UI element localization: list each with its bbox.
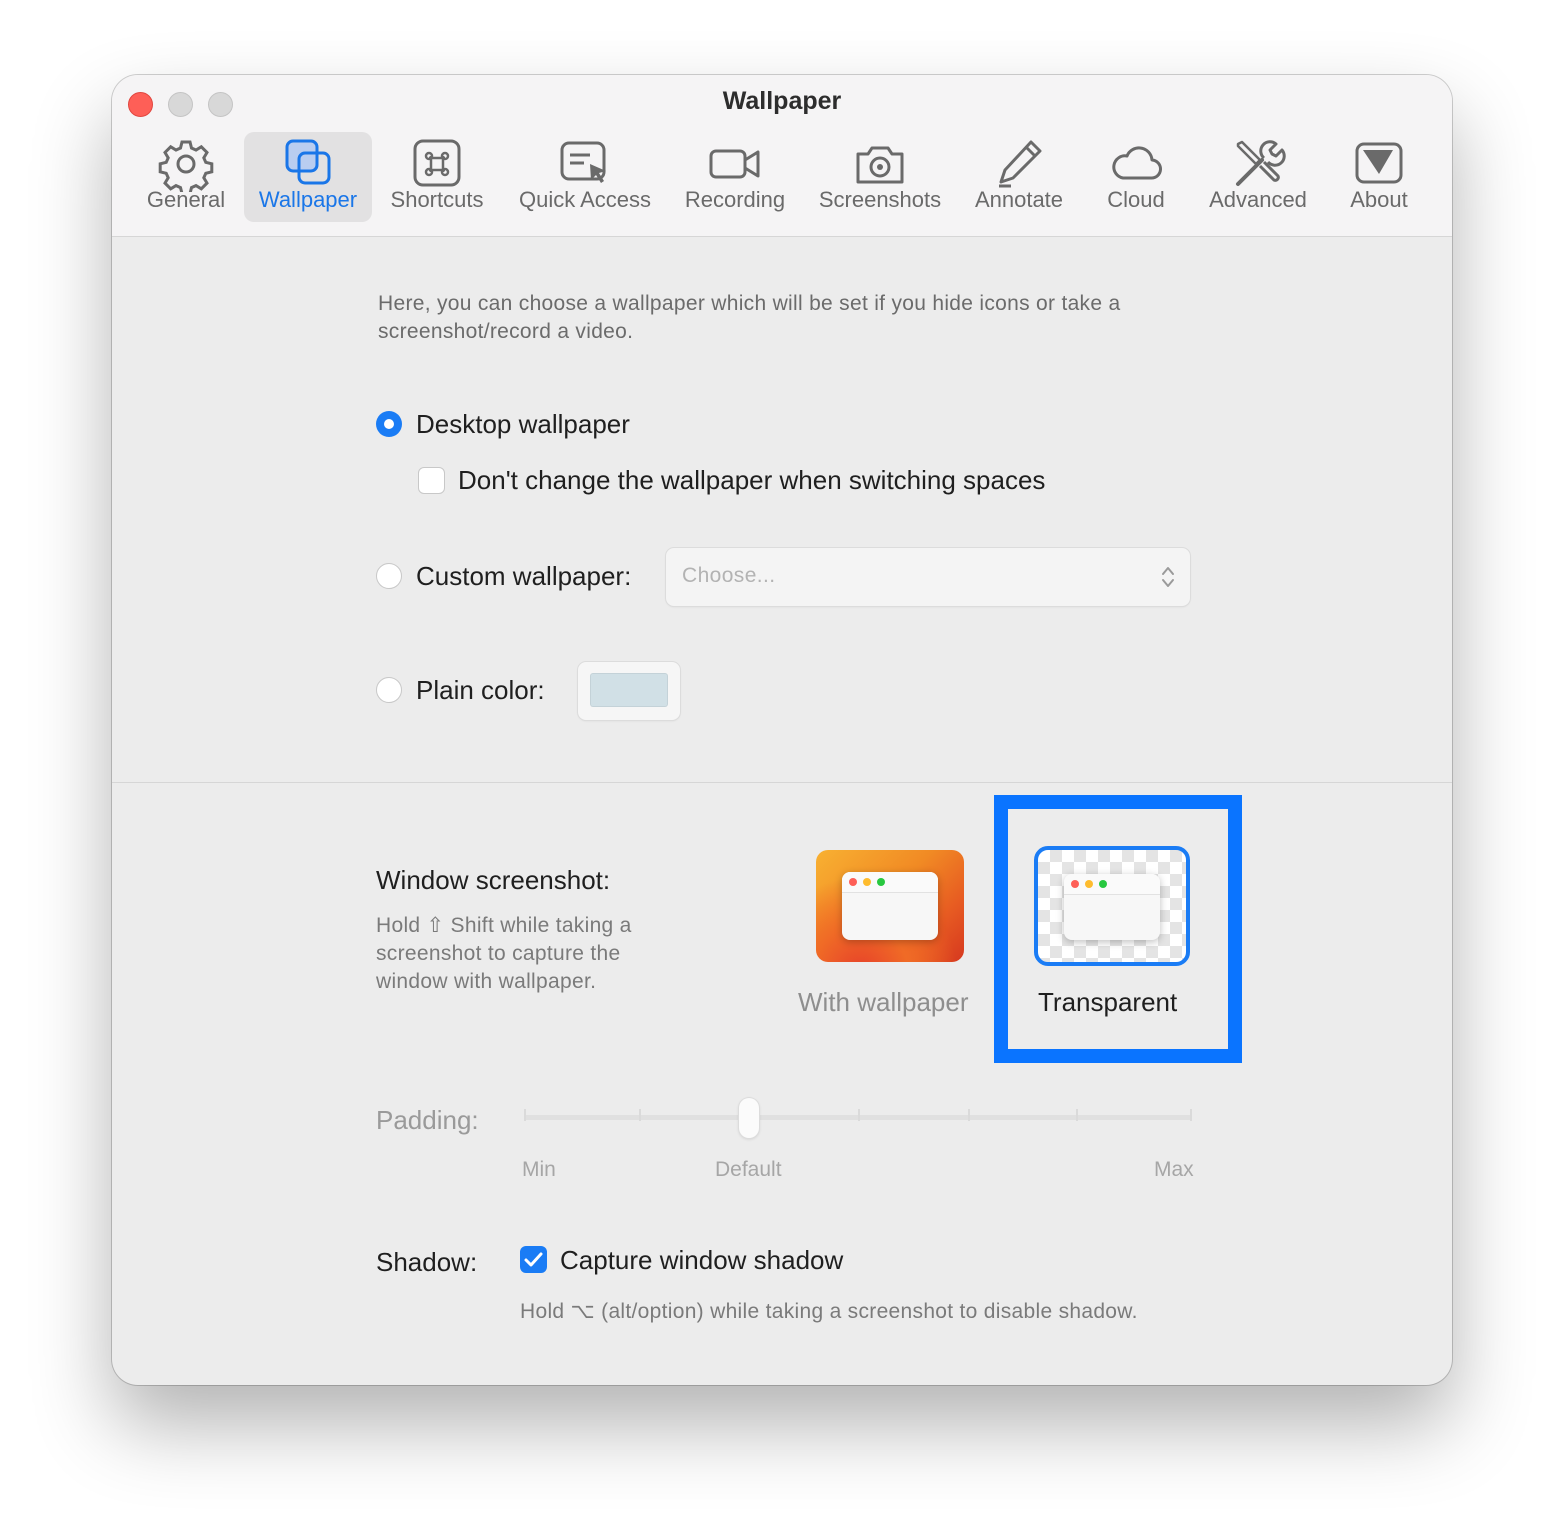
slider-tick [524,1109,526,1121]
window-title: Wallpaper [722,87,842,115]
mini-window-preview [842,872,938,940]
tab-screenshots-label: Screenshots [818,187,942,212]
tools-icon [1236,140,1286,186]
slider-tick [639,1109,641,1121]
tab-screenshots[interactable]: Screenshots [810,132,950,222]
selection-highlight [994,795,1242,1063]
gear-icon [158,140,214,192]
capture-shadow-checkbox[interactable] [520,1246,547,1273]
quick-access-icon [560,141,606,183]
shadow-note: Hold ⌥ (alt/option) while taking a scree… [520,1300,1138,1323]
mini-min-dot [863,878,871,886]
slider-tick [1076,1109,1078,1121]
desktop-wallpaper-radio[interactable] [376,411,402,437]
padding-max-label: Max [1154,1158,1194,1181]
padding-slider-knob[interactable] [739,1098,759,1138]
tab-quick-access[interactable]: Quick Access [506,132,664,222]
tab-recording[interactable]: Recording [676,132,794,222]
video-camera-icon [709,149,760,179]
camera-icon [856,146,904,184]
preferences-window: Wallpaper General Wallpaper Shortcuts Qu… [112,75,1452,1385]
wallpaper-description: Here, you can choose a wallpaper which w… [378,292,1121,343]
tab-general[interactable]: General [138,132,234,222]
title-bar: Wallpaper General Wallpaper Shortcuts Qu… [112,75,1452,237]
tab-recording-label: Recording [684,187,786,212]
mini-max-dot [877,878,885,886]
tab-annotate-label: Annotate [974,187,1064,212]
tab-shortcuts[interactable]: Shortcuts [380,132,494,222]
plain-color-label: Plain color: [416,675,545,705]
dont-change-wallpaper-checkbox[interactable] [418,467,445,494]
about-icon [1355,142,1403,184]
padding-default-label: Default [715,1158,782,1181]
command-key-icon [413,139,461,187]
with-wallpaper-thumbnail[interactable] [816,850,964,962]
capture-shadow-label: Capture window shadow [560,1245,844,1275]
padding-min-label: Min [522,1158,556,1181]
tab-shortcuts-label: Shortcuts [390,187,484,212]
tab-cloud[interactable]: Cloud [1090,132,1182,222]
padding-label: Padding: [376,1105,479,1135]
window-screenshot-title: Window screenshot: [376,865,611,895]
dont-change-wallpaper-label: Don't change the wallpaper when switchin… [458,465,1046,495]
cloud-icon [1112,146,1162,180]
pencil-icon [999,140,1042,188]
with-wallpaper-label: With wallpaper [798,987,969,1017]
tab-wallpaper-label: Wallpaper [258,187,358,212]
tab-advanced[interactable]: Advanced [1198,132,1318,222]
tab-annotate[interactable]: Annotate [964,132,1074,222]
tab-quick-access-label: Quick Access [518,187,652,212]
tab-cloud-label: Cloud [1107,187,1165,212]
section-divider [112,782,1452,783]
desktop-wallpaper-label: Desktop wallpaper [416,409,630,439]
custom-wallpaper-label: Custom wallpaper: [416,561,632,591]
slider-tick [1190,1109,1192,1121]
tab-about[interactable]: About [1334,132,1424,222]
tab-about-label: About [1350,187,1408,212]
shadow-label: Shadow: [376,1247,478,1277]
window-screenshot-note: Hold ⇧ Shift while taking a screenshot t… [376,914,632,993]
plain-color-radio[interactable] [376,677,402,703]
custom-wallpaper-placeholder: Choose... [682,564,776,587]
tab-general-label: General [146,187,226,212]
slider-tick [858,1109,860,1121]
tab-advanced-label: Advanced [1209,187,1307,212]
wallpaper-icon [285,139,331,185]
tab-wallpaper[interactable]: Wallpaper [244,132,372,222]
custom-wallpaper-popup[interactable]: Choose... [666,548,1190,606]
checkmark-icon [524,1252,543,1267]
color-swatch [590,673,668,707]
slider-tick [968,1109,970,1121]
mini-close-dot [849,878,857,886]
chevron-updown-icon [1162,567,1174,587]
plain-color-well[interactable] [578,662,680,720]
custom-wallpaper-radio[interactable] [376,563,402,589]
